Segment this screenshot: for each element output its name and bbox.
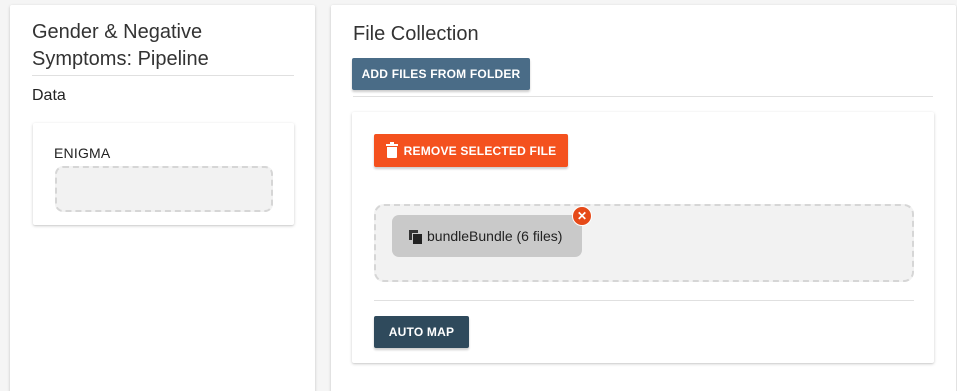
pipeline-title: Gender & Negative Symptoms: Pipeline bbox=[32, 19, 294, 76]
file-chip[interactable]: bundleBundle (6 files) ✕ bbox=[392, 206, 592, 257]
divider bbox=[353, 96, 933, 97]
data-source-drop-zone[interactable] bbox=[55, 166, 273, 212]
file-chip-label: bundleBundle (6 files) bbox=[427, 228, 563, 244]
file-drop-zone[interactable]: bundleBundle (6 files) ✕ bbox=[374, 204, 914, 282]
close-circle-icon[interactable]: ✕ bbox=[572, 206, 592, 226]
pipeline-panel: Gender & Negative Symptoms: Pipeline Dat… bbox=[10, 5, 315, 391]
divider bbox=[374, 300, 914, 301]
trash-icon bbox=[385, 141, 398, 158]
remove-selected-file-label: REMOVE SELECTED FILE bbox=[403, 143, 557, 158]
add-files-from-folder-button[interactable]: ADD FILES FROM FOLDER bbox=[352, 58, 530, 90]
file-copy-icon bbox=[409, 229, 423, 245]
remove-selected-file-button[interactable]: REMOVE SELECTED FILE bbox=[374, 134, 568, 167]
data-heading: Data bbox=[32, 87, 66, 104]
auto-map-button[interactable]: AUTO MAP bbox=[374, 316, 469, 348]
data-source-card: ENIGMA bbox=[33, 123, 294, 225]
data-source-name: ENIGMA bbox=[54, 145, 111, 161]
file-collection-title: File Collection bbox=[353, 23, 479, 45]
page: Gender & Negative Symptoms: Pipeline Dat… bbox=[0, 0, 957, 391]
file-list-card: REMOVE SELECTED FILE bundleBundle (6 fil… bbox=[352, 112, 934, 363]
file-collection-panel: File Collection ADD FILES FROM FOLDER RE… bbox=[331, 5, 956, 391]
